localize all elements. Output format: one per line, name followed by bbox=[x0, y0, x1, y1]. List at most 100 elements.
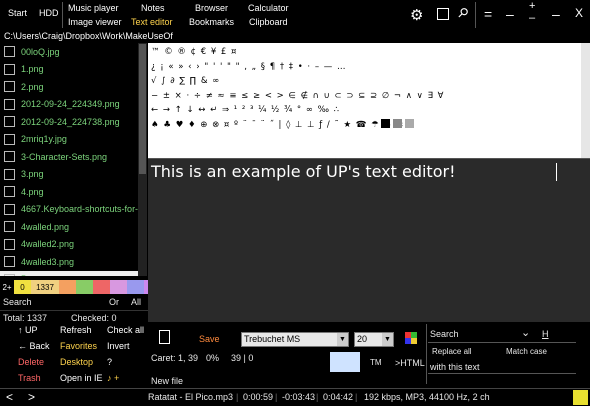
menu-text-editor[interactable]: Text editor bbox=[131, 17, 173, 27]
black-square-symbol[interactable] bbox=[381, 119, 390, 128]
file-name[interactable]: 4667.Keyboard-shortcuts-for- bbox=[21, 204, 138, 214]
save-button[interactable]: Save bbox=[199, 334, 220, 344]
file-action-button[interactable]: ← Back bbox=[18, 341, 50, 351]
file-list-item[interactable]: 5.png bbox=[0, 270, 138, 276]
file-name[interactable]: 5.png bbox=[21, 274, 44, 276]
editor-content[interactable]: This is an example of UP's text editor! bbox=[151, 162, 455, 181]
menu-lines-button[interactable]: = bbox=[484, 6, 492, 22]
file-name[interactable]: 2mriq1y.jpg bbox=[21, 134, 67, 144]
file-action-button[interactable]: Delete bbox=[18, 357, 44, 367]
file-name[interactable]: 1.png bbox=[21, 64, 44, 74]
color-tag-swatch[interactable] bbox=[76, 280, 93, 294]
symbol-row[interactable]: ™ © ® ¢ € ¥ £ ¤ bbox=[151, 47, 237, 57]
file-checkbox[interactable] bbox=[4, 203, 15, 215]
file-list-item[interactable]: 4667.Keyboard-shortcuts-for- bbox=[0, 201, 138, 219]
file-checkbox[interactable] bbox=[4, 256, 15, 268]
file-list-item[interactable]: 2mriq1y.jpg bbox=[0, 131, 138, 149]
file-search-label[interactable]: Search bbox=[3, 297, 32, 307]
status-indicator[interactable] bbox=[573, 390, 588, 405]
menu-browser[interactable]: Browser bbox=[195, 3, 228, 13]
new-document-icon[interactable] bbox=[159, 330, 170, 344]
new-file-button[interactable]: New file bbox=[151, 376, 183, 386]
text-editor-area[interactable]: This is an example of UP's text editor! bbox=[148, 158, 590, 323]
font-size-select[interactable]: 20 ▼ bbox=[354, 332, 394, 347]
menu-clipboard[interactable]: Clipboard bbox=[249, 17, 288, 27]
file-list-item[interactable]: 3.png bbox=[0, 166, 138, 184]
file-checkbox[interactable] bbox=[4, 168, 15, 180]
color-tag-swatch[interactable] bbox=[59, 280, 76, 294]
chevron-down-icon[interactable]: ⌄ bbox=[521, 326, 530, 339]
replace-with-input[interactable]: with this text bbox=[430, 362, 480, 372]
match-case-toggle[interactable]: Match case bbox=[506, 347, 547, 356]
file-checkbox[interactable] bbox=[4, 221, 15, 233]
symbol-row[interactable]: √ ∫ ∂ ∑ ∏ & ∞ bbox=[151, 76, 220, 86]
color-tag-swatch[interactable]: 1337 bbox=[31, 280, 59, 294]
file-name[interactable]: 00loQ.jpg bbox=[21, 47, 60, 57]
font-select[interactable]: Trebuchet MS ▼ bbox=[241, 332, 349, 347]
symbol-row[interactable]: ¿ ¡ « » ‹ › " ' ' " " , „ § ¶ † ‡ • · – … bbox=[151, 62, 347, 72]
file-list-item[interactable]: 4walled3.png bbox=[0, 253, 138, 271]
file-checkbox[interactable] bbox=[4, 81, 15, 93]
color-tag-swatch[interactable] bbox=[93, 280, 110, 294]
file-action-button[interactable]: Favorites bbox=[60, 341, 97, 351]
file-action-button[interactable]: Open in IE bbox=[60, 373, 103, 383]
replace-all-button[interactable]: Replace all bbox=[432, 347, 472, 356]
color-tag-swatch[interactable] bbox=[127, 280, 144, 294]
eyedropper-icon[interactable]: ⚲ bbox=[454, 4, 471, 22]
file-checkbox[interactable] bbox=[4, 151, 15, 163]
file-list-item[interactable]: 2012-09-24_224738.png bbox=[0, 113, 138, 131]
color-tag-swatch[interactable]: 2+ bbox=[0, 280, 14, 294]
trademark-button[interactable]: TM bbox=[370, 358, 382, 367]
gray-square-symbol[interactable] bbox=[393, 119, 402, 128]
forward-arrow-icon[interactable]: > bbox=[28, 390, 35, 404]
file-action-button[interactable]: ? bbox=[107, 357, 112, 367]
file-name[interactable]: 2012-09-24_224349.png bbox=[21, 99, 120, 109]
color-preview[interactable] bbox=[330, 352, 360, 372]
file-list-item[interactable]: 1.png bbox=[0, 61, 138, 79]
color-picker-icon[interactable] bbox=[405, 332, 417, 344]
file-name[interactable]: 4walled3.png bbox=[21, 257, 74, 267]
shrink-button[interactable]: – bbox=[506, 6, 514, 22]
file-checkbox[interactable] bbox=[4, 116, 15, 128]
symbol-scrollbar[interactable] bbox=[581, 43, 590, 158]
symbol-row[interactable]: ← → ↑ ↓ ↔ ↵ ⇒ ¹ ² ³ ¼ ½ ¾ ° ∞ ‰ ∴ bbox=[151, 105, 340, 115]
file-name[interactable]: 4.png bbox=[21, 187, 44, 197]
file-checkbox[interactable] bbox=[4, 63, 15, 75]
file-name[interactable]: 3-Character-Sets.png bbox=[21, 152, 107, 162]
file-action-button[interactable]: ♪ + bbox=[107, 373, 119, 383]
current-path[interactable]: C:\Users\Craig\Dropbox\Work\MakeUseOf bbox=[0, 30, 590, 42]
symbol-row[interactable]: ♠ ♣ ♥ ♦ ⊕ ⊗ ¤ º ¨ ¯ ¨ ˝ | ◊ ⊥ ⊥ ƒ / ˜ ★ … bbox=[151, 120, 404, 130]
close-button[interactable]: X bbox=[575, 6, 583, 20]
file-checkbox[interactable] bbox=[4, 46, 15, 58]
decrease-button[interactable]: – bbox=[529, 12, 535, 24]
file-checkbox[interactable] bbox=[4, 273, 15, 276]
file-list-item[interactable]: 4walled.png bbox=[0, 218, 138, 236]
gear-icon[interactable]: ⚙ bbox=[410, 6, 423, 24]
file-list-item[interactable]: 2012-09-24_224349.png bbox=[0, 96, 138, 114]
file-list-item[interactable]: 3-Character-Sets.png bbox=[0, 148, 138, 166]
increase-button[interactable]: + bbox=[529, 0, 535, 12]
file-checkbox[interactable] bbox=[4, 133, 15, 145]
to-html-button[interactable]: >HTML bbox=[395, 358, 425, 368]
window-icon[interactable] bbox=[437, 8, 449, 20]
menu-bookmarks[interactable]: Bookmarks bbox=[189, 17, 234, 27]
file-action-button[interactable]: Trash bbox=[18, 373, 41, 383]
file-name[interactable]: 2012-09-24_224738.png bbox=[21, 117, 120, 127]
file-list-item[interactable]: 4.png bbox=[0, 183, 138, 201]
file-checkbox[interactable] bbox=[4, 238, 15, 250]
track-name[interactable]: Ratatat - El Pico.mp3 bbox=[148, 392, 233, 402]
menu-music-player[interactable]: Music player bbox=[68, 3, 119, 13]
hdd-button[interactable]: HDD bbox=[39, 8, 59, 18]
file-action-button[interactable]: Desktop bbox=[60, 357, 93, 367]
file-action-button[interactable]: Refresh bbox=[60, 325, 92, 335]
file-action-button[interactable]: Check all bbox=[107, 325, 144, 335]
color-tag-swatch[interactable]: 0 bbox=[14, 280, 31, 294]
h-button[interactable]: H bbox=[542, 329, 549, 339]
file-name[interactable]: 3.png bbox=[21, 169, 44, 179]
file-list-item[interactable]: 4walled2.png bbox=[0, 236, 138, 254]
file-checkbox[interactable] bbox=[4, 186, 15, 198]
menu-calculator[interactable]: Calculator bbox=[248, 3, 289, 13]
menu-notes[interactable]: Notes bbox=[141, 3, 165, 13]
file-name[interactable]: 2.png bbox=[21, 82, 44, 92]
color-tag-swatch[interactable] bbox=[110, 280, 127, 294]
